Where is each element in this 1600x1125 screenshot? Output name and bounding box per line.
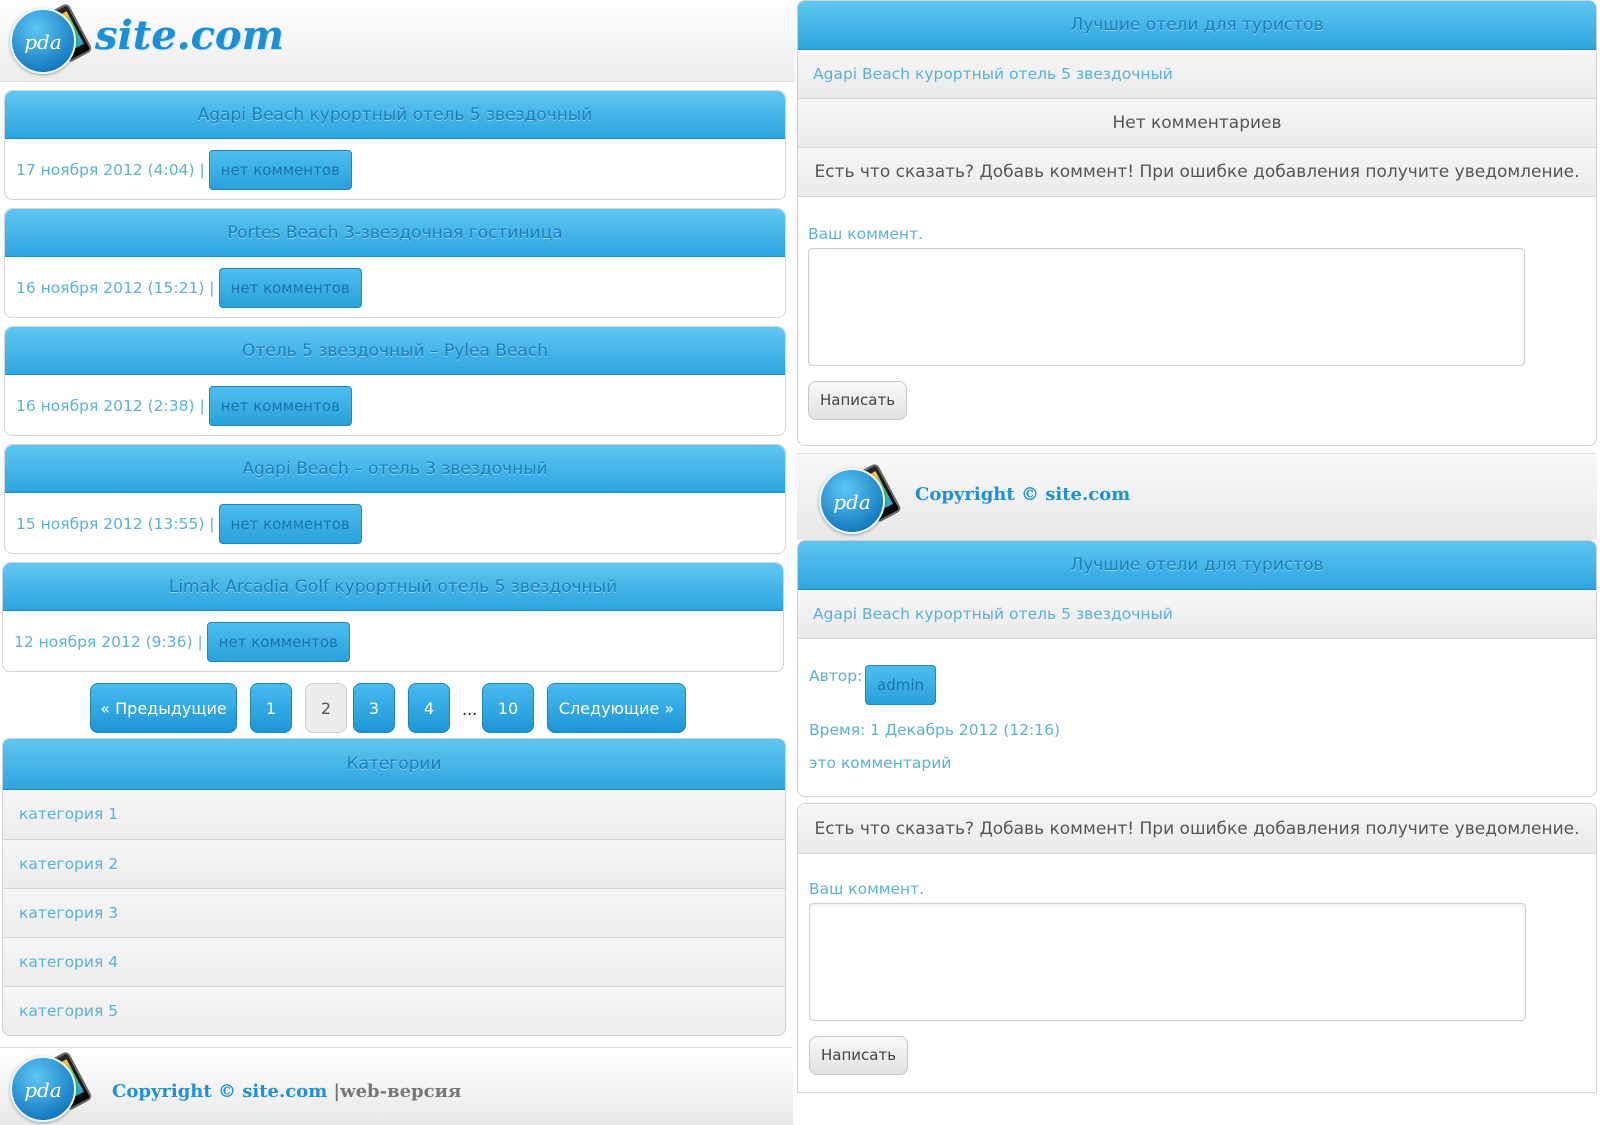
post-link[interactable]: Agapi Beach курортный отель 5 звездочный — [798, 590, 1596, 639]
next-page-button[interactable]: Следующие » — [547, 683, 686, 733]
categories-panel: Категории категория 1 категория 2 катего… — [2, 738, 786, 1036]
category-item[interactable]: категория 1 — [3, 790, 785, 839]
page-link-3[interactable]: 3 — [353, 683, 395, 733]
add-comment-panel: Есть что сказать? Добавь коммент! При ош… — [797, 803, 1597, 1093]
article-date: 16 ноября 2012 (15:21) | — [16, 279, 215, 297]
comments-button[interactable]: нет комментов — [218, 504, 362, 544]
site-brand[interactable]: site.com — [95, 12, 284, 59]
comments-button[interactable]: нет комментов — [208, 386, 352, 426]
pda-badge: pda — [10, 1056, 76, 1122]
web-version-link[interactable]: web-версия — [340, 1081, 461, 1102]
article-card: Agapi Beach курортный отель 5 звездочный… — [4, 90, 786, 200]
comment-label: Ваш коммент. — [808, 225, 924, 243]
categories-title: Категории — [3, 739, 785, 790]
article-card: Agapi Beach – отель 3 звездочный 15 нояб… — [4, 444, 786, 554]
site-footer: pda Copyright © site.com |web-версия — [0, 1047, 793, 1125]
post-comments-panel: Лучшие отели для туристов Agapi Beach ку… — [797, 0, 1597, 446]
article-card: Portes Beach 3-звездочная гостиница 16 н… — [4, 208, 786, 318]
article-meta: 12 ноября 2012 (9:36) | нет комментов — [14, 622, 350, 662]
panel-title: Лучшие отели для туристов — [798, 1, 1596, 50]
category-item[interactable]: категория 5 — [3, 986, 785, 1035]
article-date: 15 ноября 2012 (13:55) | — [16, 515, 215, 533]
category-item[interactable]: категория 2 — [3, 839, 785, 888]
submit-comment-button[interactable]: Написать — [809, 1036, 909, 1075]
page-link-4[interactable]: 4 — [408, 683, 450, 733]
comment-textarea[interactable] — [809, 903, 1526, 1021]
comment-label: Ваш коммент. — [809, 880, 925, 898]
category-item[interactable]: категория 3 — [3, 888, 785, 937]
article-meta: 16 ноября 2012 (15:21) | нет комментов — [16, 268, 362, 308]
footer-separator: | — [327, 1081, 341, 1102]
author-button[interactable]: admin — [865, 665, 936, 705]
pagination: « Предыдущие 1 2 3 4 ... 10 Следующие » — [0, 683, 795, 733]
page-current-2: 2 — [305, 683, 347, 733]
article-date: 12 ноября 2012 (9:36) | — [14, 633, 203, 651]
category-item[interactable]: категория 4 — [3, 937, 785, 986]
article-title[interactable]: Agapi Beach курортный отель 5 звездочный — [5, 91, 785, 139]
article-title[interactable]: Portes Beach 3-звездочная гостиница — [5, 209, 785, 257]
article-date: 16 ноября 2012 (2:38) | — [16, 397, 205, 415]
pda-logo: pda — [813, 462, 903, 542]
article-meta: 15 ноября 2012 (13:55) | нет комментов — [16, 504, 362, 544]
article-meta: 17 ноября 2012 (4:04) | нет комментов — [16, 150, 352, 190]
article-card: Limak Arcadia Golf курортный отель 5 зве… — [2, 562, 784, 672]
prev-page-button[interactable]: « Предыдущие — [90, 683, 237, 733]
article-date: 17 ноября 2012 (4:04) | — [16, 161, 205, 179]
submit-comment-button[interactable]: Написать — [808, 381, 908, 420]
pda-logo: pda — [4, 1050, 94, 1125]
copyright-link[interactable]: Copyright © site.com — [112, 1081, 327, 1102]
comment-prompt: Есть что сказать? Добавь коммент! При ош… — [798, 148, 1596, 197]
page-link-1[interactable]: 1 — [250, 683, 292, 733]
pda-badge: pda — [819, 468, 885, 534]
article-title[interactable]: Limak Arcadia Golf курортный отель 5 зве… — [3, 563, 783, 611]
article-title[interactable]: Agapi Beach – отель 3 звездочный — [5, 445, 785, 493]
comment-prompt: Есть что сказать? Добавь коммент! При ош… — [798, 804, 1596, 854]
footer-copyright: Copyright © site.com — [915, 484, 1130, 505]
author-label: Автор: — [809, 667, 863, 685]
article-title[interactable]: Отель 5 звездочный – Pylea Beach — [5, 327, 785, 375]
no-comments-text: Нет комментариев — [798, 99, 1596, 148]
comments-button[interactable]: нет комментов — [206, 622, 350, 662]
panel-title: Лучшие отели для туристов — [798, 541, 1596, 590]
comment-time: Время: 1 Декабрь 2012 (12:16) — [809, 721, 1061, 739]
comment-textarea[interactable] — [808, 248, 1525, 366]
comments-button[interactable]: нет комментов — [208, 150, 352, 190]
site-header: pda site.com — [0, 0, 795, 82]
article-card: Отель 5 звездочный – Pylea Beach 16 нояб… — [4, 326, 786, 436]
site-footer: pda Copyright © site.com — [797, 453, 1597, 540]
pda-logo[interactable]: pda — [4, 2, 94, 82]
pda-badge: pda — [10, 8, 76, 74]
post-link[interactable]: Agapi Beach курортный отель 5 звездочный — [798, 50, 1596, 99]
page-link-10[interactable]: 10 — [482, 683, 534, 733]
comments-button[interactable]: нет комментов — [218, 268, 362, 308]
comment-text: это комментарий — [809, 754, 952, 772]
copyright-link[interactable]: Copyright © site.com — [915, 484, 1130, 505]
article-meta: 16 ноября 2012 (2:38) | нет комментов — [16, 386, 352, 426]
footer-copyright: Copyright © site.com |web-версия — [112, 1081, 461, 1102]
post-comment-view-panel: Лучшие отели для туристов Agapi Beach ку… — [797, 540, 1597, 797]
pagination-ellipsis: ... — [462, 700, 478, 719]
